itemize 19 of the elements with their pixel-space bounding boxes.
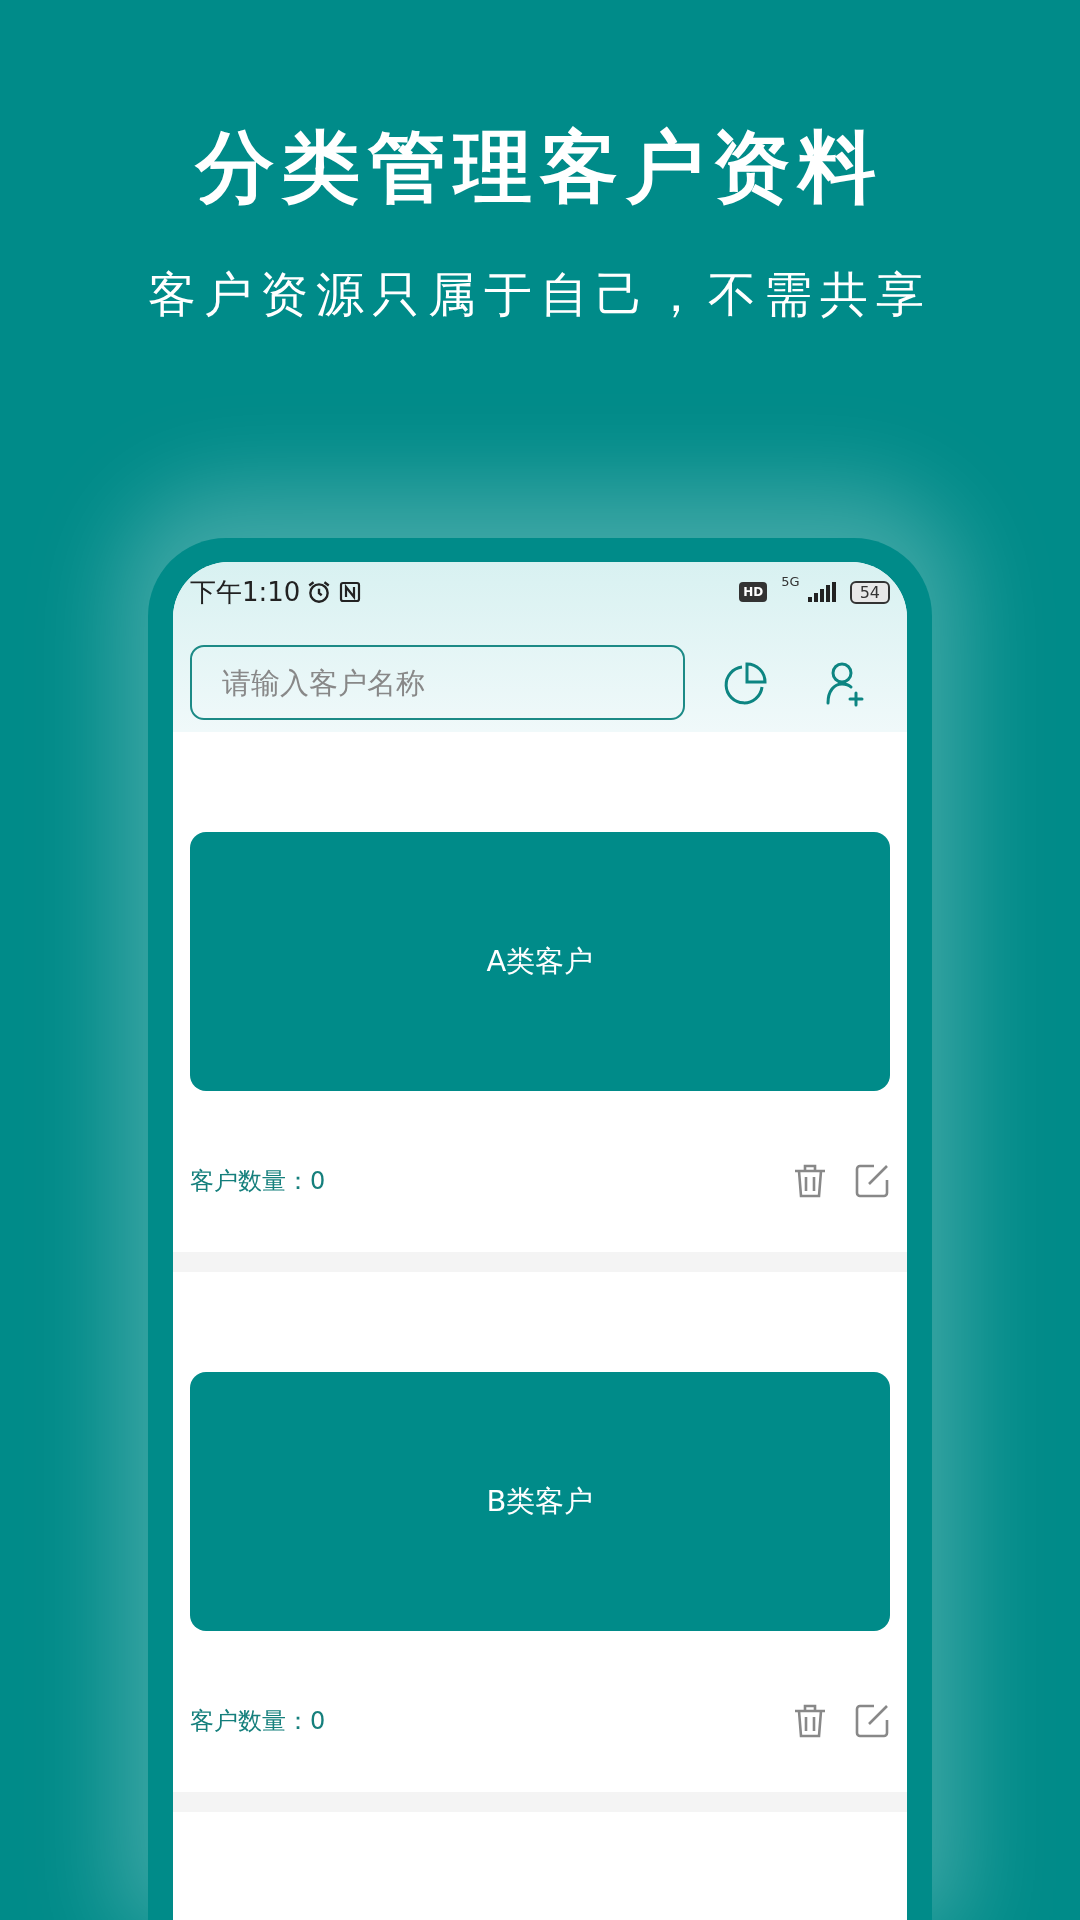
customer-count: 客户数量：0 xyxy=(190,1706,327,1737)
category-card[interactable]: A类客户 xyxy=(190,832,890,1091)
search-field[interactable]: 请输入客户名称 xyxy=(190,645,685,720)
hd-badge: HD xyxy=(739,582,768,602)
category-card[interactable]: B类客户 xyxy=(190,1372,890,1631)
delete-icon[interactable] xyxy=(792,1703,828,1739)
signal-icon xyxy=(805,582,836,602)
edit-icon[interactable] xyxy=(854,1703,890,1739)
subtitle: 客户资源只属于自己，不需共享 xyxy=(148,270,932,318)
status-time: 下午1:10 xyxy=(190,575,301,609)
network-label: 5G xyxy=(781,574,800,589)
delete-icon[interactable] xyxy=(792,1163,828,1199)
edit-icon[interactable] xyxy=(854,1163,890,1199)
category-name: A类客户 xyxy=(486,942,594,980)
nfc-icon xyxy=(338,580,363,604)
headline: 分类管理客户资料 xyxy=(196,128,884,206)
category-name: B类客户 xyxy=(486,1482,594,1520)
customer-count: 客户数量：0 xyxy=(190,1166,327,1197)
battery-indicator: 54 xyxy=(849,580,890,604)
